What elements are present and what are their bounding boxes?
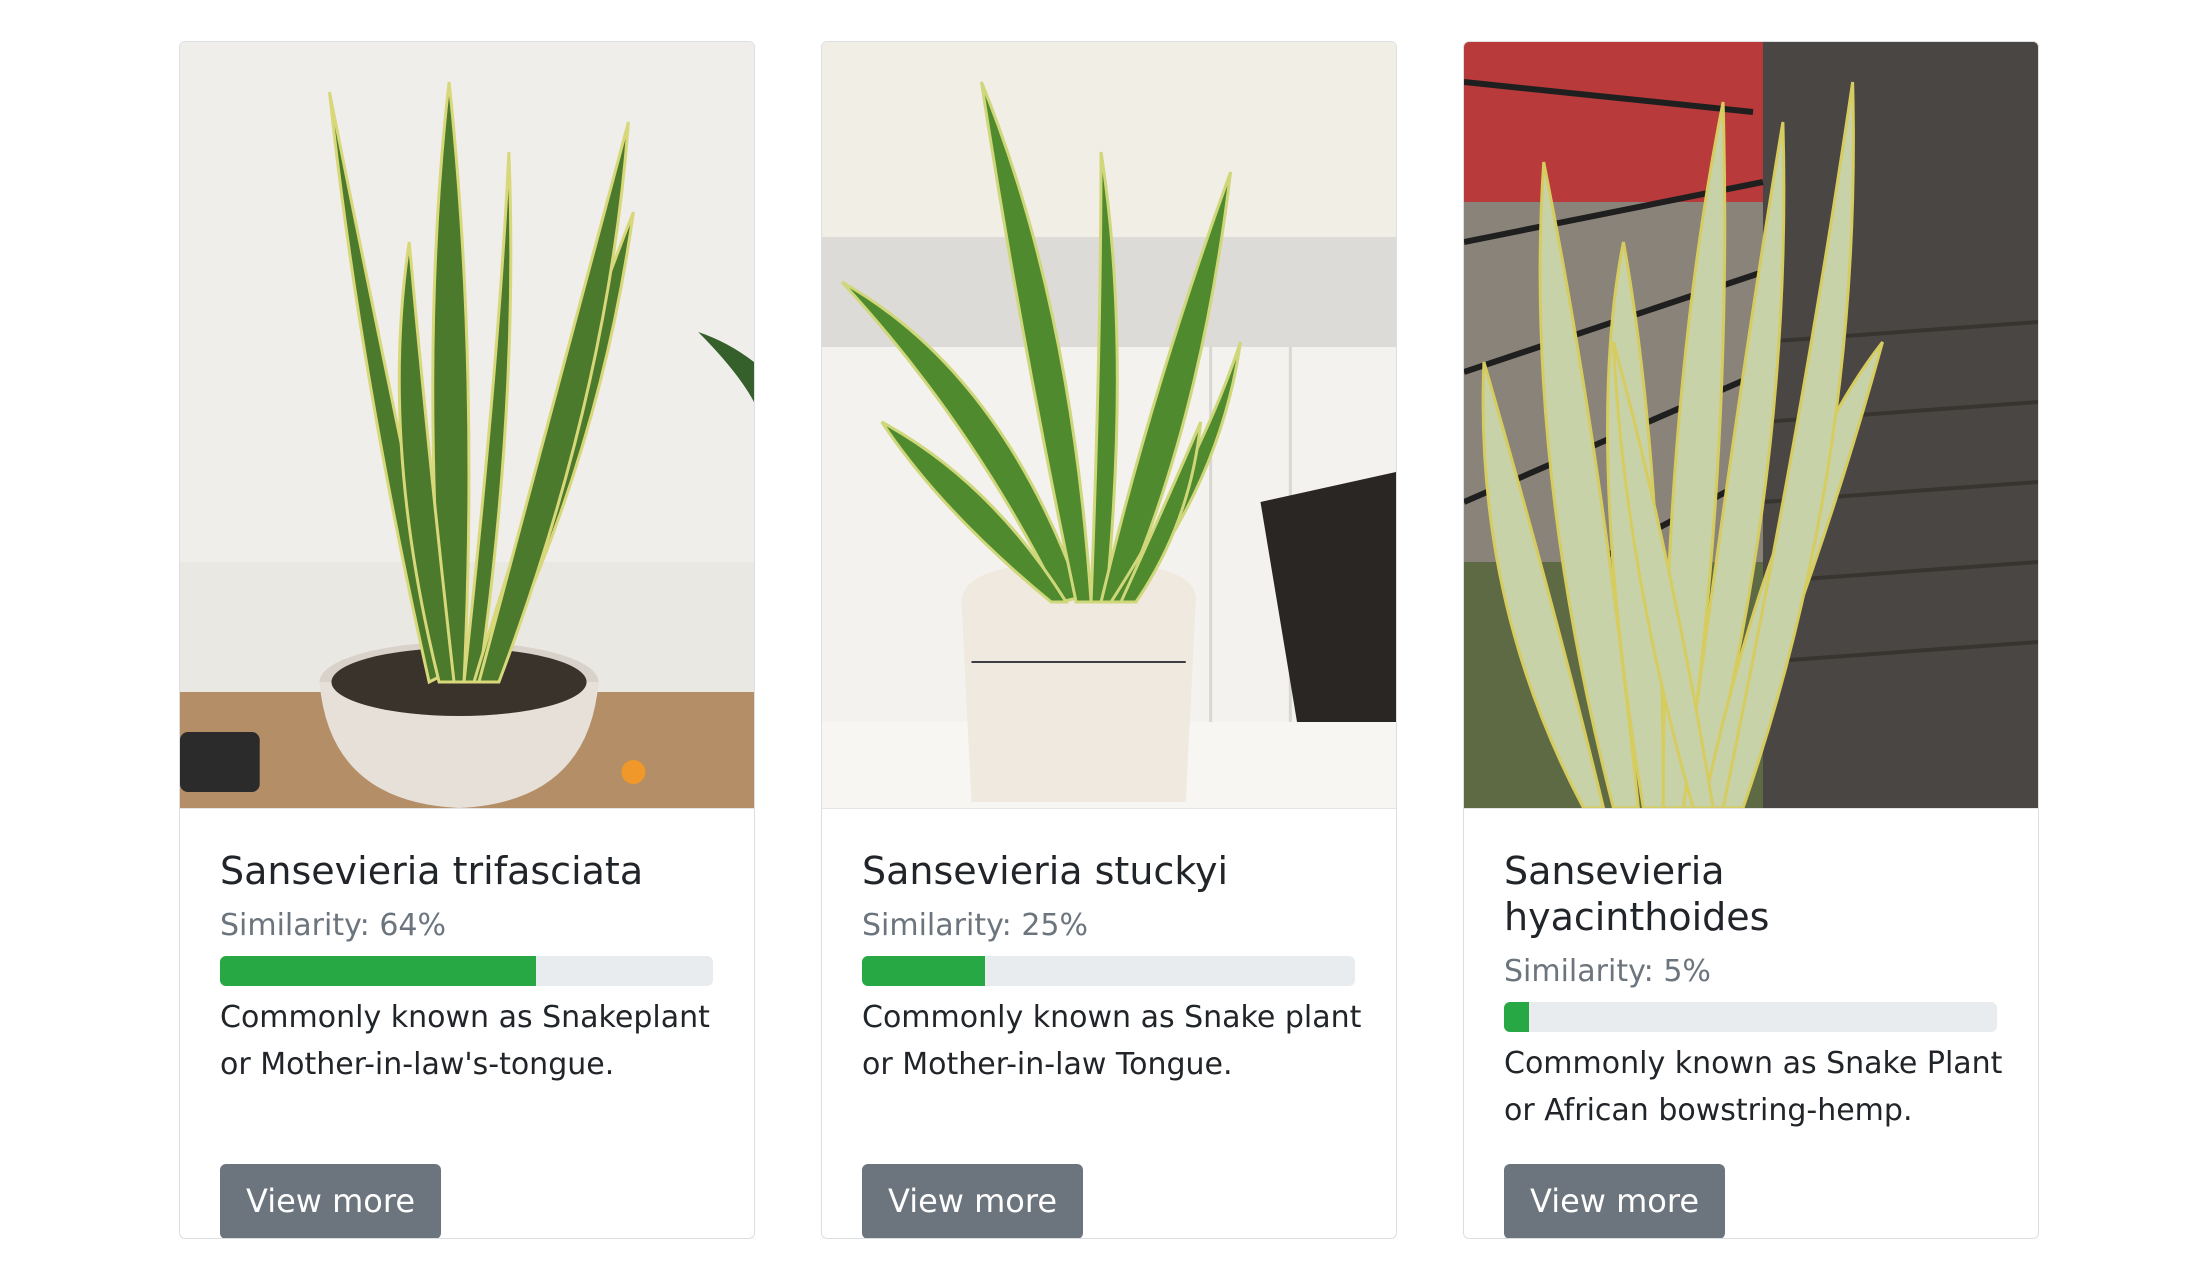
similarity-value: 5% [1663,954,1711,989]
view-more-button[interactable]: View more [220,1164,441,1238]
plant-photo [822,42,1396,809]
plant-description: Commonly known as Snake Plant or African… [1504,1046,2003,1128]
similarity-value: 25% [1021,908,1088,943]
similarity-value: 64% [379,908,446,943]
similarity-progress-bar [220,956,713,986]
plant-card: Sansevieria hyacinthoides Similarity: 5%… [1463,41,2039,1239]
similarity-progress-fill [1504,1002,1529,1032]
plant-photo [180,42,754,809]
plant-name: Sansevieria hyacinthoides [1504,849,1770,939]
view-more-button[interactable]: View more [862,1164,1083,1238]
view-more-button[interactable]: View more [1504,1164,1725,1238]
similarity-label: Similarity: [1504,954,1654,989]
card-body: Sansevieria hyacinthoides Similarity: 5%… [1504,848,2002,1238]
similarity-text: Similarity: 5% [1504,953,1998,991]
similarity-progress-fill [862,956,986,986]
similarity-label: Similarity: [220,908,370,943]
plant-results-grid: Sansevieria trifasciata Similarity: 64% … [179,41,2039,1239]
plant-description: Commonly known as Snakeplant or Mother-i… [220,1000,710,1082]
plant-name: Sansevieria stuckyi [862,849,1229,893]
similarity-label: Similarity: [862,908,1012,943]
card-body: Sansevieria trifasciata Similarity: 64% … [220,848,714,1238]
similarity-progress-bar [1504,1002,1997,1032]
similarity-text: Similarity: 25% [862,907,1356,945]
plant-card: Sansevieria stuckyi Similarity: 25% Comm… [821,41,1397,1239]
plant-description: Commonly known as Snake plant or Mother-… [862,1000,1362,1082]
plant-photo [1464,42,2038,809]
plant-name: Sansevieria trifasciata [220,849,644,893]
plant-card: Sansevieria trifasciata Similarity: 64% … [179,41,755,1239]
similarity-text: Similarity: 64% [220,907,714,945]
card-body: Sansevieria stuckyi Similarity: 25% Comm… [862,848,1361,1238]
similarity-progress-fill [220,956,536,986]
similarity-progress-bar [862,956,1355,986]
